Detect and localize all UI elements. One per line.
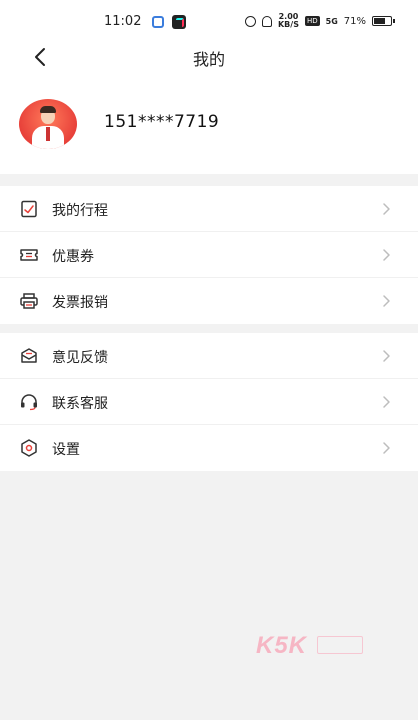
- notification-app-icon: [152, 16, 164, 28]
- user-phone: 151****7719: [104, 112, 220, 132]
- battery-fill: [374, 18, 386, 24]
- battery-percent: 71%: [343, 15, 366, 27]
- chevron-right-icon: [383, 396, 390, 408]
- itinerary-icon: [21, 200, 37, 218]
- network-speed: 2.00 KB/S: [278, 13, 299, 29]
- chevron-right-icon: [383, 295, 390, 307]
- status-bar: 11:02 2.00 KB/S HD 5G 71%: [0, 0, 418, 40]
- chevron-right-icon: [383, 442, 390, 454]
- alarm-icon: [244, 15, 256, 27]
- avatar-hair: [40, 106, 56, 113]
- menu-item-coupons[interactable]: 优惠券: [0, 232, 418, 278]
- profile-card[interactable]: 151****7719: [0, 74, 418, 174]
- avatar[interactable]: [19, 99, 77, 149]
- network-speed-unit: KB/S: [277, 20, 299, 29]
- nav-bar: 我的: [0, 40, 418, 74]
- settings-icon: [21, 439, 37, 457]
- menu-item-label: 优惠券: [52, 249, 94, 265]
- signal-icon: 5G: [325, 16, 338, 26]
- menu-item-label: 设置: [52, 442, 80, 458]
- invoice-printer-icon: [20, 293, 38, 309]
- menu-group-support: 意见反馈 联系客服 设置: [0, 333, 418, 471]
- tiktok-icon: [172, 15, 186, 29]
- watermark-box: [317, 636, 363, 654]
- mute-bell-icon: [261, 15, 272, 27]
- avatar-tie: [46, 127, 50, 141]
- status-time: 11:02: [104, 14, 142, 29]
- menu-item-invoice[interactable]: 发票报销: [0, 278, 418, 324]
- feedback-mail-icon: [21, 348, 37, 363]
- menu-item-settings[interactable]: 设置: [0, 425, 418, 471]
- chevron-right-icon: [383, 249, 390, 261]
- chevron-right-icon: [383, 203, 390, 215]
- headset-icon: [21, 394, 37, 411]
- battery-icon: [372, 16, 395, 26]
- menu-item-label: 发票报销: [52, 295, 108, 311]
- hd-badge: HD: [304, 16, 320, 26]
- menu-item-my-trips[interactable]: 我的行程: [0, 186, 418, 232]
- menu-item-label: 意见反馈: [52, 350, 108, 366]
- status-indicators: 2.00 KB/S HD 5G 71%: [244, 13, 395, 29]
- menu-item-feedback[interactable]: 意见反馈: [0, 333, 418, 379]
- page-title: 我的: [192, 50, 225, 69]
- watermark-logo: K5K: [256, 632, 308, 659]
- coupon-icon: [20, 249, 38, 261]
- menu-item-label: 联系客服: [52, 396, 108, 412]
- menu-group-trips: 我的行程 优惠券 发票报销: [0, 186, 418, 324]
- chevron-right-icon: [383, 350, 390, 362]
- menu-item-customer-service[interactable]: 联系客服: [0, 379, 418, 425]
- menu-item-label: 我的行程: [52, 203, 108, 219]
